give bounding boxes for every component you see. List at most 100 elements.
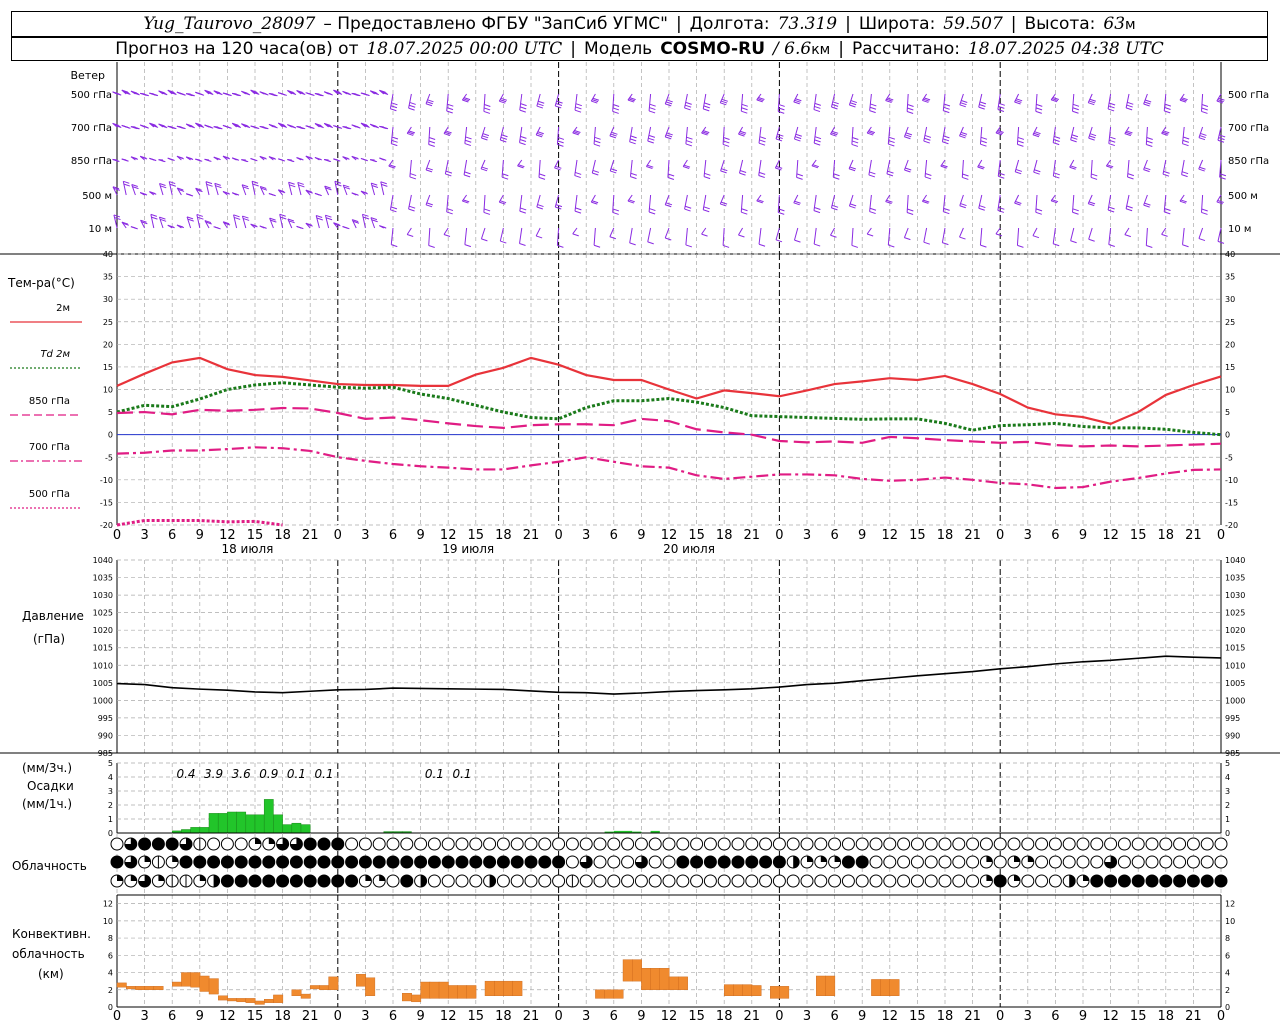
cloud-circle xyxy=(814,837,828,851)
wind-barb xyxy=(1091,173,1098,177)
wind-barb xyxy=(720,100,728,104)
cloud-cover-symbol xyxy=(483,855,497,869)
wind-barb xyxy=(484,103,491,107)
wind-barb xyxy=(648,110,656,114)
cloud-fill-full xyxy=(414,856,427,868)
cloud-circle xyxy=(1076,855,1090,869)
x-tick-label: 12 xyxy=(440,528,457,543)
convective-bar xyxy=(411,994,422,1003)
cloud-circle xyxy=(897,837,911,851)
wind-barb xyxy=(686,140,693,144)
wind-barb xyxy=(1032,235,1040,239)
wind-barb xyxy=(1181,171,1189,175)
cloud-cover-symbol xyxy=(165,837,179,851)
wind-barb xyxy=(925,173,932,177)
pressure-axis-tick-right: 1035 xyxy=(1225,574,1245,583)
wind-barb xyxy=(557,140,564,144)
cloud-fill-full xyxy=(193,856,206,868)
cloud-fill-full xyxy=(235,856,248,868)
cloud-circle xyxy=(897,855,911,869)
cloud-cover-symbol xyxy=(731,874,745,888)
x-tick-label: 12 xyxy=(1102,528,1119,543)
wind-barb xyxy=(538,176,546,180)
cloud-circle xyxy=(745,874,759,888)
wind-barb xyxy=(998,175,1005,179)
cloud-circle xyxy=(1214,855,1228,869)
cloud-fill-full xyxy=(525,856,537,868)
convective-bar xyxy=(135,986,146,990)
wind-barb xyxy=(1072,194,1075,213)
precip-3h-label: 0.1 xyxy=(287,767,306,781)
x-tick-label-bottom: 9 xyxy=(1079,1009,1087,1024)
precip-bar xyxy=(217,813,228,834)
legend-label: 850 гПа xyxy=(29,396,70,407)
pressure-axis-tick-right: 1015 xyxy=(1225,644,1245,653)
cloud-fill-quarter xyxy=(268,838,275,844)
cloud-cover-symbol xyxy=(372,855,386,869)
wind-barb xyxy=(739,170,747,173)
wind-barb xyxy=(464,227,468,245)
wind-barb xyxy=(279,214,284,229)
wind-barb xyxy=(1053,175,1060,179)
wind-barb xyxy=(849,102,857,106)
x-tick-label-bottom: 3 xyxy=(361,1009,369,1024)
wind-barb xyxy=(943,211,950,215)
cloud-cover-symbol xyxy=(1214,874,1228,888)
wind-barb xyxy=(159,183,164,196)
cloud-cover-symbol xyxy=(1186,855,1200,869)
cloud-cover-symbol xyxy=(262,874,276,888)
wind-barb xyxy=(428,126,431,145)
wind-barb xyxy=(648,134,656,138)
convective-axis-tick-right: 0 xyxy=(1225,1003,1230,1012)
cloud-cover-symbol xyxy=(1062,855,1076,869)
cloud-cover-symbol xyxy=(1090,837,1104,851)
cloud-circle xyxy=(634,874,648,888)
cloud-cover-symbol xyxy=(924,855,938,869)
temp-axis-tick-left: 5 xyxy=(108,408,113,417)
convective-bar xyxy=(751,985,762,997)
cloud-circle xyxy=(1145,837,1159,851)
cloud-cover-symbol xyxy=(828,855,842,869)
wind-barb xyxy=(906,111,914,114)
pressure-axis-tick-right: 1010 xyxy=(1225,661,1245,670)
cloud-fill-quarter xyxy=(1014,875,1020,881)
cloud-circle xyxy=(993,855,1007,869)
precip-3h-label: 0.1 xyxy=(452,767,471,781)
cloud-cover-symbol xyxy=(1007,855,1021,869)
cloud-fill-full xyxy=(249,856,261,868)
cloud-cover-symbol xyxy=(745,837,759,851)
cloud-cover-symbol xyxy=(952,874,966,888)
wind-barb xyxy=(572,227,578,235)
wind-barb xyxy=(370,182,376,196)
wind-barb xyxy=(830,227,836,236)
wind-barb xyxy=(520,135,527,139)
wind-barb xyxy=(426,202,433,206)
wind-barb xyxy=(464,171,471,175)
cloud-circle xyxy=(1145,855,1159,869)
wind-level-label-right: 700 гПа xyxy=(1228,123,1269,134)
wind-barb xyxy=(391,244,398,248)
cloud-circle xyxy=(924,855,938,869)
wind-barb xyxy=(833,176,840,180)
cloud-cover-symbol xyxy=(952,855,966,869)
wind-barb xyxy=(520,106,527,110)
pressure-axis-tick-right: 1040 xyxy=(1225,556,1245,565)
cloud-cover-symbol xyxy=(1173,874,1187,888)
wind-barb xyxy=(1072,110,1079,114)
x-tick-label: 12 xyxy=(661,528,678,543)
wind-barb xyxy=(959,205,966,209)
cloud-fill-quarter xyxy=(986,856,993,862)
wind-barb xyxy=(1200,132,1207,136)
cloud-circle xyxy=(386,837,400,851)
wind-barb xyxy=(1070,240,1077,244)
x-tick-label: 9 xyxy=(858,528,866,543)
convective-bar xyxy=(733,984,744,996)
cloud-circle xyxy=(1104,837,1118,851)
temp-axis-tick-right: 25 xyxy=(1225,318,1235,327)
wind-barb xyxy=(409,104,416,108)
wind-barb xyxy=(1201,107,1208,111)
wind-barb xyxy=(959,104,966,108)
cloud-fill-full xyxy=(718,856,731,868)
wind-barb xyxy=(158,216,164,229)
wind-barb xyxy=(649,103,656,107)
